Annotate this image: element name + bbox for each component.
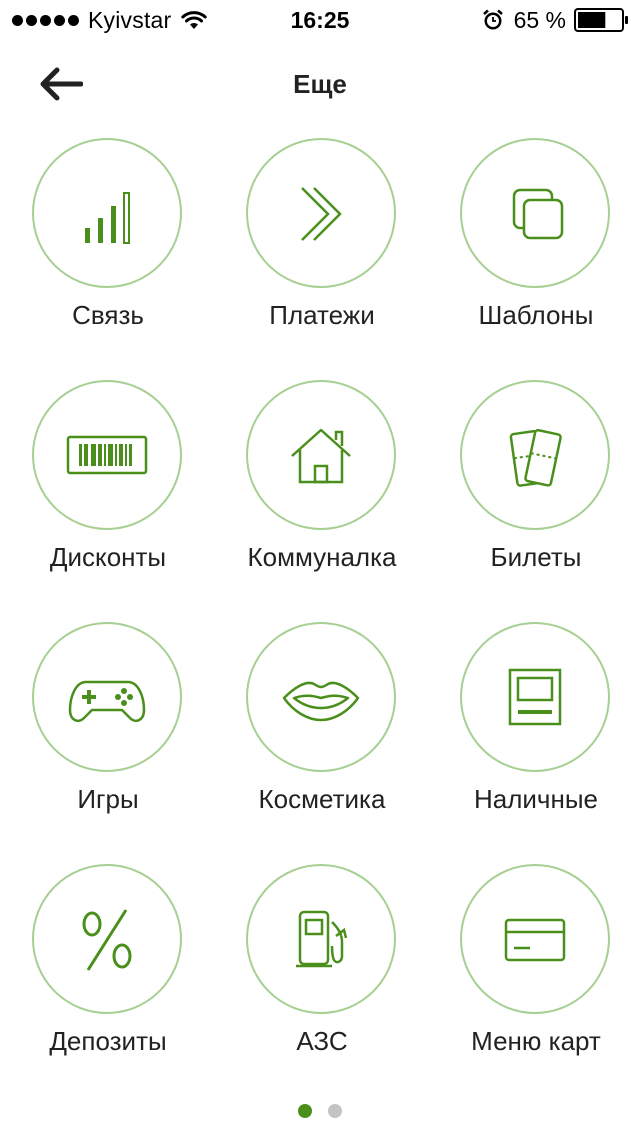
category-platezhi[interactable]: Платежи bbox=[222, 136, 422, 356]
category-circle bbox=[32, 864, 182, 1014]
category-label: Связь bbox=[72, 300, 144, 330]
category-kosmetika[interactable]: Косметика bbox=[222, 620, 422, 840]
category-kommunalka[interactable]: Коммуналка bbox=[222, 378, 422, 598]
atm-icon bbox=[508, 668, 562, 726]
fuel-pump-icon bbox=[296, 910, 348, 968]
category-label: Дисконты bbox=[49, 542, 167, 572]
category-label: Депозиты bbox=[49, 1026, 167, 1056]
battery-percentage: 65 % bbox=[513, 6, 566, 33]
navigation-bar: Еще bbox=[0, 44, 640, 124]
copy-icon bbox=[512, 188, 564, 240]
category-label: Меню карт bbox=[471, 1026, 601, 1056]
category-nalichnye[interactable]: Наличные bbox=[436, 620, 636, 840]
category-label: Игры bbox=[77, 784, 139, 814]
double-chevron-icon bbox=[301, 187, 342, 241]
category-circle bbox=[246, 380, 396, 530]
category-igry[interactable]: Игры bbox=[8, 620, 208, 840]
barcode-icon bbox=[66, 435, 148, 475]
tickets-icon bbox=[509, 428, 562, 487]
category-circle bbox=[246, 864, 396, 1014]
lips-icon bbox=[282, 681, 360, 722]
category-shablony[interactable]: Шаблоны bbox=[436, 136, 636, 356]
category-depozity[interactable]: Депозиты bbox=[8, 862, 208, 1082]
gamepad-icon bbox=[68, 680, 146, 722]
category-circle bbox=[246, 622, 396, 772]
category-svyaz[interactable]: Связь bbox=[8, 136, 208, 356]
house-icon bbox=[291, 428, 351, 484]
category-label: Наличные bbox=[474, 784, 598, 814]
category-circle bbox=[460, 622, 610, 772]
status-bar: Kyivstar 16:25 65 % bbox=[0, 0, 640, 40]
page-dot-inactive[interactable] bbox=[328, 1104, 342, 1118]
category-circle bbox=[32, 380, 182, 530]
battery-icon bbox=[574, 8, 628, 32]
page-title: Еще bbox=[293, 69, 347, 99]
category-circle bbox=[460, 138, 610, 288]
category-circle bbox=[460, 380, 610, 530]
status-right: 65 % bbox=[482, 6, 630, 34]
signal-bars-icon bbox=[85, 192, 130, 244]
credit-card-icon bbox=[504, 918, 566, 962]
category-label: Платежи bbox=[269, 300, 375, 330]
category-label: Коммуналка bbox=[247, 542, 397, 572]
category-label: Билеты bbox=[490, 542, 582, 572]
category-label: АЗС bbox=[296, 1026, 348, 1056]
category-diskonty[interactable]: Дисконты bbox=[8, 378, 208, 598]
category-circle bbox=[460, 864, 610, 1014]
category-menyu-kart[interactable]: Меню карт bbox=[436, 862, 636, 1082]
category-label: Косметика bbox=[258, 784, 386, 814]
page-dot-active[interactable] bbox=[298, 1104, 312, 1118]
page-indicator[interactable] bbox=[0, 1104, 640, 1118]
category-azs[interactable]: АЗС bbox=[222, 862, 422, 1082]
alarm-clock-icon bbox=[482, 9, 503, 30]
category-circle bbox=[32, 138, 182, 288]
category-bilety[interactable]: Билеты bbox=[436, 378, 636, 598]
category-label: Шаблоны bbox=[478, 300, 594, 330]
category-circle bbox=[32, 622, 182, 772]
category-circle bbox=[246, 138, 396, 288]
percent-icon bbox=[82, 909, 132, 971]
